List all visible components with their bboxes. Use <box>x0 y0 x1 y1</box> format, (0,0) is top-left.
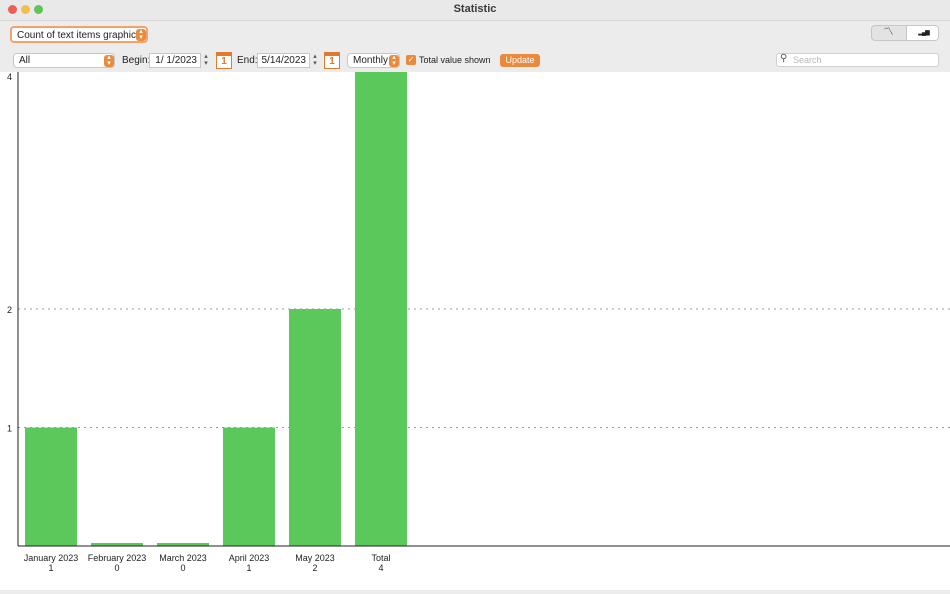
bar <box>355 72 407 546</box>
data-label: 2 <box>312 563 317 573</box>
total-value-label: Total value shown <box>419 55 491 65</box>
x-tick-label: January 2023 <box>24 553 79 563</box>
bar <box>289 309 341 546</box>
bar <box>223 427 275 546</box>
period-select[interactable]: Monthly ▴ ▾ <box>347 53 400 68</box>
x-tick-label: March 2023 <box>159 553 207 563</box>
y-tick-label: 2 <box>7 305 12 315</box>
x-tick-label: Total <box>371 553 390 563</box>
x-tick-label: February 2023 <box>88 553 147 563</box>
begin-label: Begin: <box>122 55 151 66</box>
chevron-updown-icon: ▴ ▾ <box>136 28 146 41</box>
data-label: 1 <box>48 563 53 573</box>
end-label: End: <box>237 55 258 66</box>
begin-date-field[interactable]: 1/ 1/2023 <box>149 53 201 68</box>
bar-chart: 124January 20231February 20230March 2023… <box>7 72 950 573</box>
y-tick-label: 4 <box>7 72 12 82</box>
end-date-field[interactable]: 5/14/2023 <box>257 53 310 68</box>
period-value: Monthly <box>353 55 389 66</box>
x-tick-label: May 2023 <box>295 553 335 563</box>
title-bar: Statistic <box>0 0 950 21</box>
report-type-select[interactable]: Count of text items graphical ▴ ▾ <box>10 26 148 43</box>
data-label: 4 <box>378 563 383 573</box>
begin-calendar-icon[interactable]: 1 <box>216 52 232 69</box>
data-label: 0 <box>180 563 185 573</box>
bar <box>25 427 77 546</box>
y-tick-label: 1 <box>7 424 12 434</box>
search-input[interactable] <box>793 54 933 66</box>
x-tick-label: April 2023 <box>229 553 270 563</box>
total-value-checkbox[interactable]: ✓ <box>406 55 416 65</box>
search-icon: ⚲ <box>780 53 788 64</box>
data-label: 1 <box>246 563 251 573</box>
search-field[interactable]: ⚲ <box>776 53 939 67</box>
chevron-updown-icon: ▴ ▾ <box>104 54 114 67</box>
filter-value: All <box>19 55 31 66</box>
bar-chart-icon[interactable]: ▂▄▆ <box>906 26 938 40</box>
update-button[interactable]: Update <box>500 54 540 67</box>
end-date-stepper[interactable]: ▴ ▾ <box>311 53 319 68</box>
view-mode-toggle[interactable]: 〽 ▂▄▆ <box>871 25 939 41</box>
end-calendar-icon[interactable]: 1 <box>324 52 340 69</box>
window-title: Statistic <box>453 3 497 15</box>
chevron-updown-icon: ▴ ▾ <box>389 54 399 67</box>
report-type-value: Count of text items graphical <box>17 30 144 41</box>
data-label: 0 <box>114 563 119 573</box>
window-bottom-edge <box>0 590 950 594</box>
line-chart-icon[interactable]: 〽 <box>872 26 905 40</box>
filter-select[interactable]: All ▴ ▾ <box>13 53 115 68</box>
begin-date-stepper[interactable]: ▴ ▾ <box>202 53 210 68</box>
